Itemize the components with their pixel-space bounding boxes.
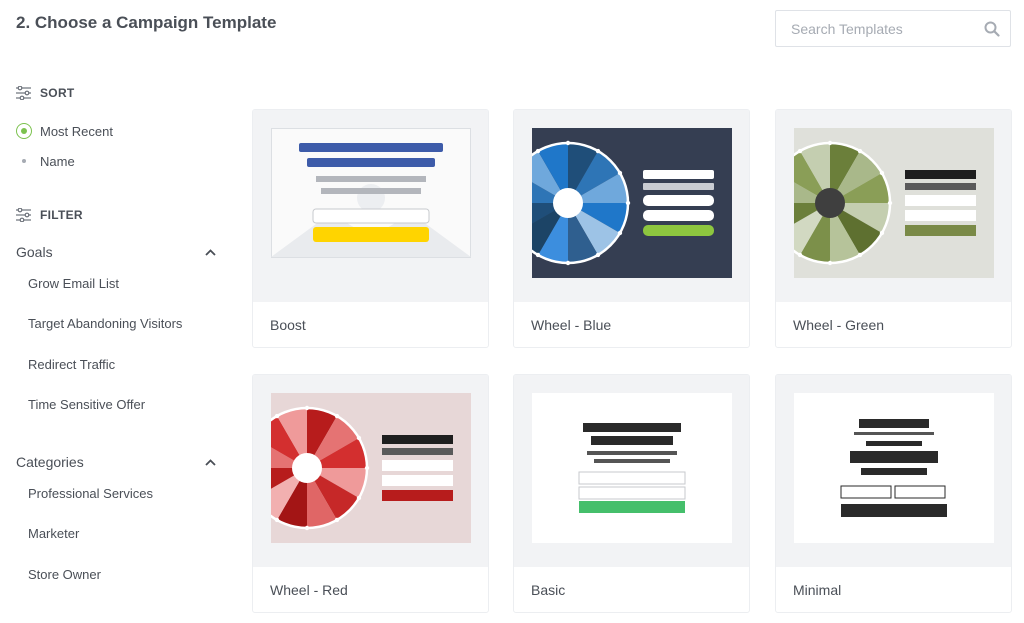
template-card-boost[interactable]: Boost [252,109,489,348]
template-card-wheel-red[interactable]: Wheel - Red [252,374,489,613]
wheel-peg [887,200,893,206]
template-preview [776,110,1011,302]
boost-preview-image [271,128,471,258]
wheel-peg [857,148,863,154]
template-preview [253,375,488,567]
wheel-green-preview-image [794,128,994,278]
sliders-icon [16,86,31,100]
sort-option-name[interactable]: Name [16,153,75,169]
template-name: Wheel - Green [793,317,885,333]
template-card-wheel-green[interactable]: Wheel - Green [775,109,1012,348]
goals-group-toggle[interactable]: Goals [16,244,218,260]
wheel-peg [304,525,310,531]
template-card-basic[interactable]: Basic [513,374,750,613]
filter-goal-grow-email-list[interactable]: Grow Email List [28,276,119,291]
wheel-peg [334,413,340,419]
search-box[interactable] [775,10,1011,47]
basic-preview-image [532,393,732,543]
wheel-peg [565,140,571,146]
wheel-peg [356,495,362,501]
sort-option-most-recent[interactable]: Most Recent [16,123,113,139]
wheel-hub [553,188,583,218]
categories-group-title: Categories [16,454,84,470]
wheel-peg [617,170,623,176]
wheel-peg [827,140,833,146]
template-card-wheel-blue[interactable]: Wheel - Blue [513,109,750,348]
template-preview [514,375,749,567]
categories-group-toggle[interactable]: Categories [16,454,218,470]
wheel-peg [879,170,885,176]
sort-option-label: Name [40,153,75,169]
filter-heading-label: FILTER [40,208,83,222]
wheel-peg [535,148,541,154]
template-name: Minimal [793,582,842,598]
wheel-peg [565,260,571,266]
filter-goal-redirect-traffic[interactable]: Redirect Traffic [28,357,115,372]
wheel-peg [879,230,885,236]
template-name: Wheel - Blue [531,317,612,333]
wheel-peg [334,517,340,523]
wheel-peg [797,148,803,154]
wheel-peg [857,252,863,258]
radio-selected-icon[interactable] [16,123,32,139]
minimal-preview-image [794,393,994,543]
sliders-icon [16,208,31,222]
wheel-hub [815,188,845,218]
wheel-hub [292,453,322,483]
template-card-minimal[interactable]: Minimal [775,374,1012,613]
radio-unselected-icon[interactable] [16,153,32,169]
template-name: Basic [531,582,566,598]
sort-heading-label: SORT [40,86,75,100]
filter-goal-target-abandoning-visitors[interactable]: Target Abandoning Visitors [28,316,182,331]
wheel-peg [535,252,541,258]
wheel-peg [797,252,803,258]
wheel-peg [595,148,601,154]
wheel-peg [364,465,370,471]
template-name: Boost [270,317,306,333]
template-preview [514,110,749,302]
template-preview [253,110,488,302]
wheel-peg [617,230,623,236]
wheel-peg [304,405,310,411]
page-title: 2. Choose a Campaign Template [16,13,277,32]
wheel-peg [274,517,280,523]
chevron-up-icon[interactable] [205,248,216,256]
filter-category-store-owner[interactable]: Store Owner [28,567,101,582]
wheel-peg [595,252,601,258]
wheel-peg [274,413,280,419]
filter-category-professional-services[interactable]: Professional Services [28,486,153,501]
wheel-blue-preview-image [532,128,732,278]
chevron-up-icon[interactable] [205,458,216,466]
wheel-peg [356,435,362,441]
goals-group-title: Goals [16,244,53,260]
template-preview [776,375,1011,567]
wheel-peg [827,260,833,266]
template-name: Wheel - Red [270,582,348,598]
search-icon[interactable] [984,21,1000,37]
search-input[interactable] [776,11,976,46]
filter-category-marketer[interactable]: Marketer [28,526,79,541]
filter-goal-time-sensitive-offer[interactable]: Time Sensitive Offer [28,397,145,412]
wheel-peg [625,200,631,206]
wheel-red-preview-image [271,393,471,543]
sort-heading: SORT [16,86,75,100]
filter-heading: FILTER [16,208,83,222]
sort-option-label: Most Recent [40,123,113,139]
